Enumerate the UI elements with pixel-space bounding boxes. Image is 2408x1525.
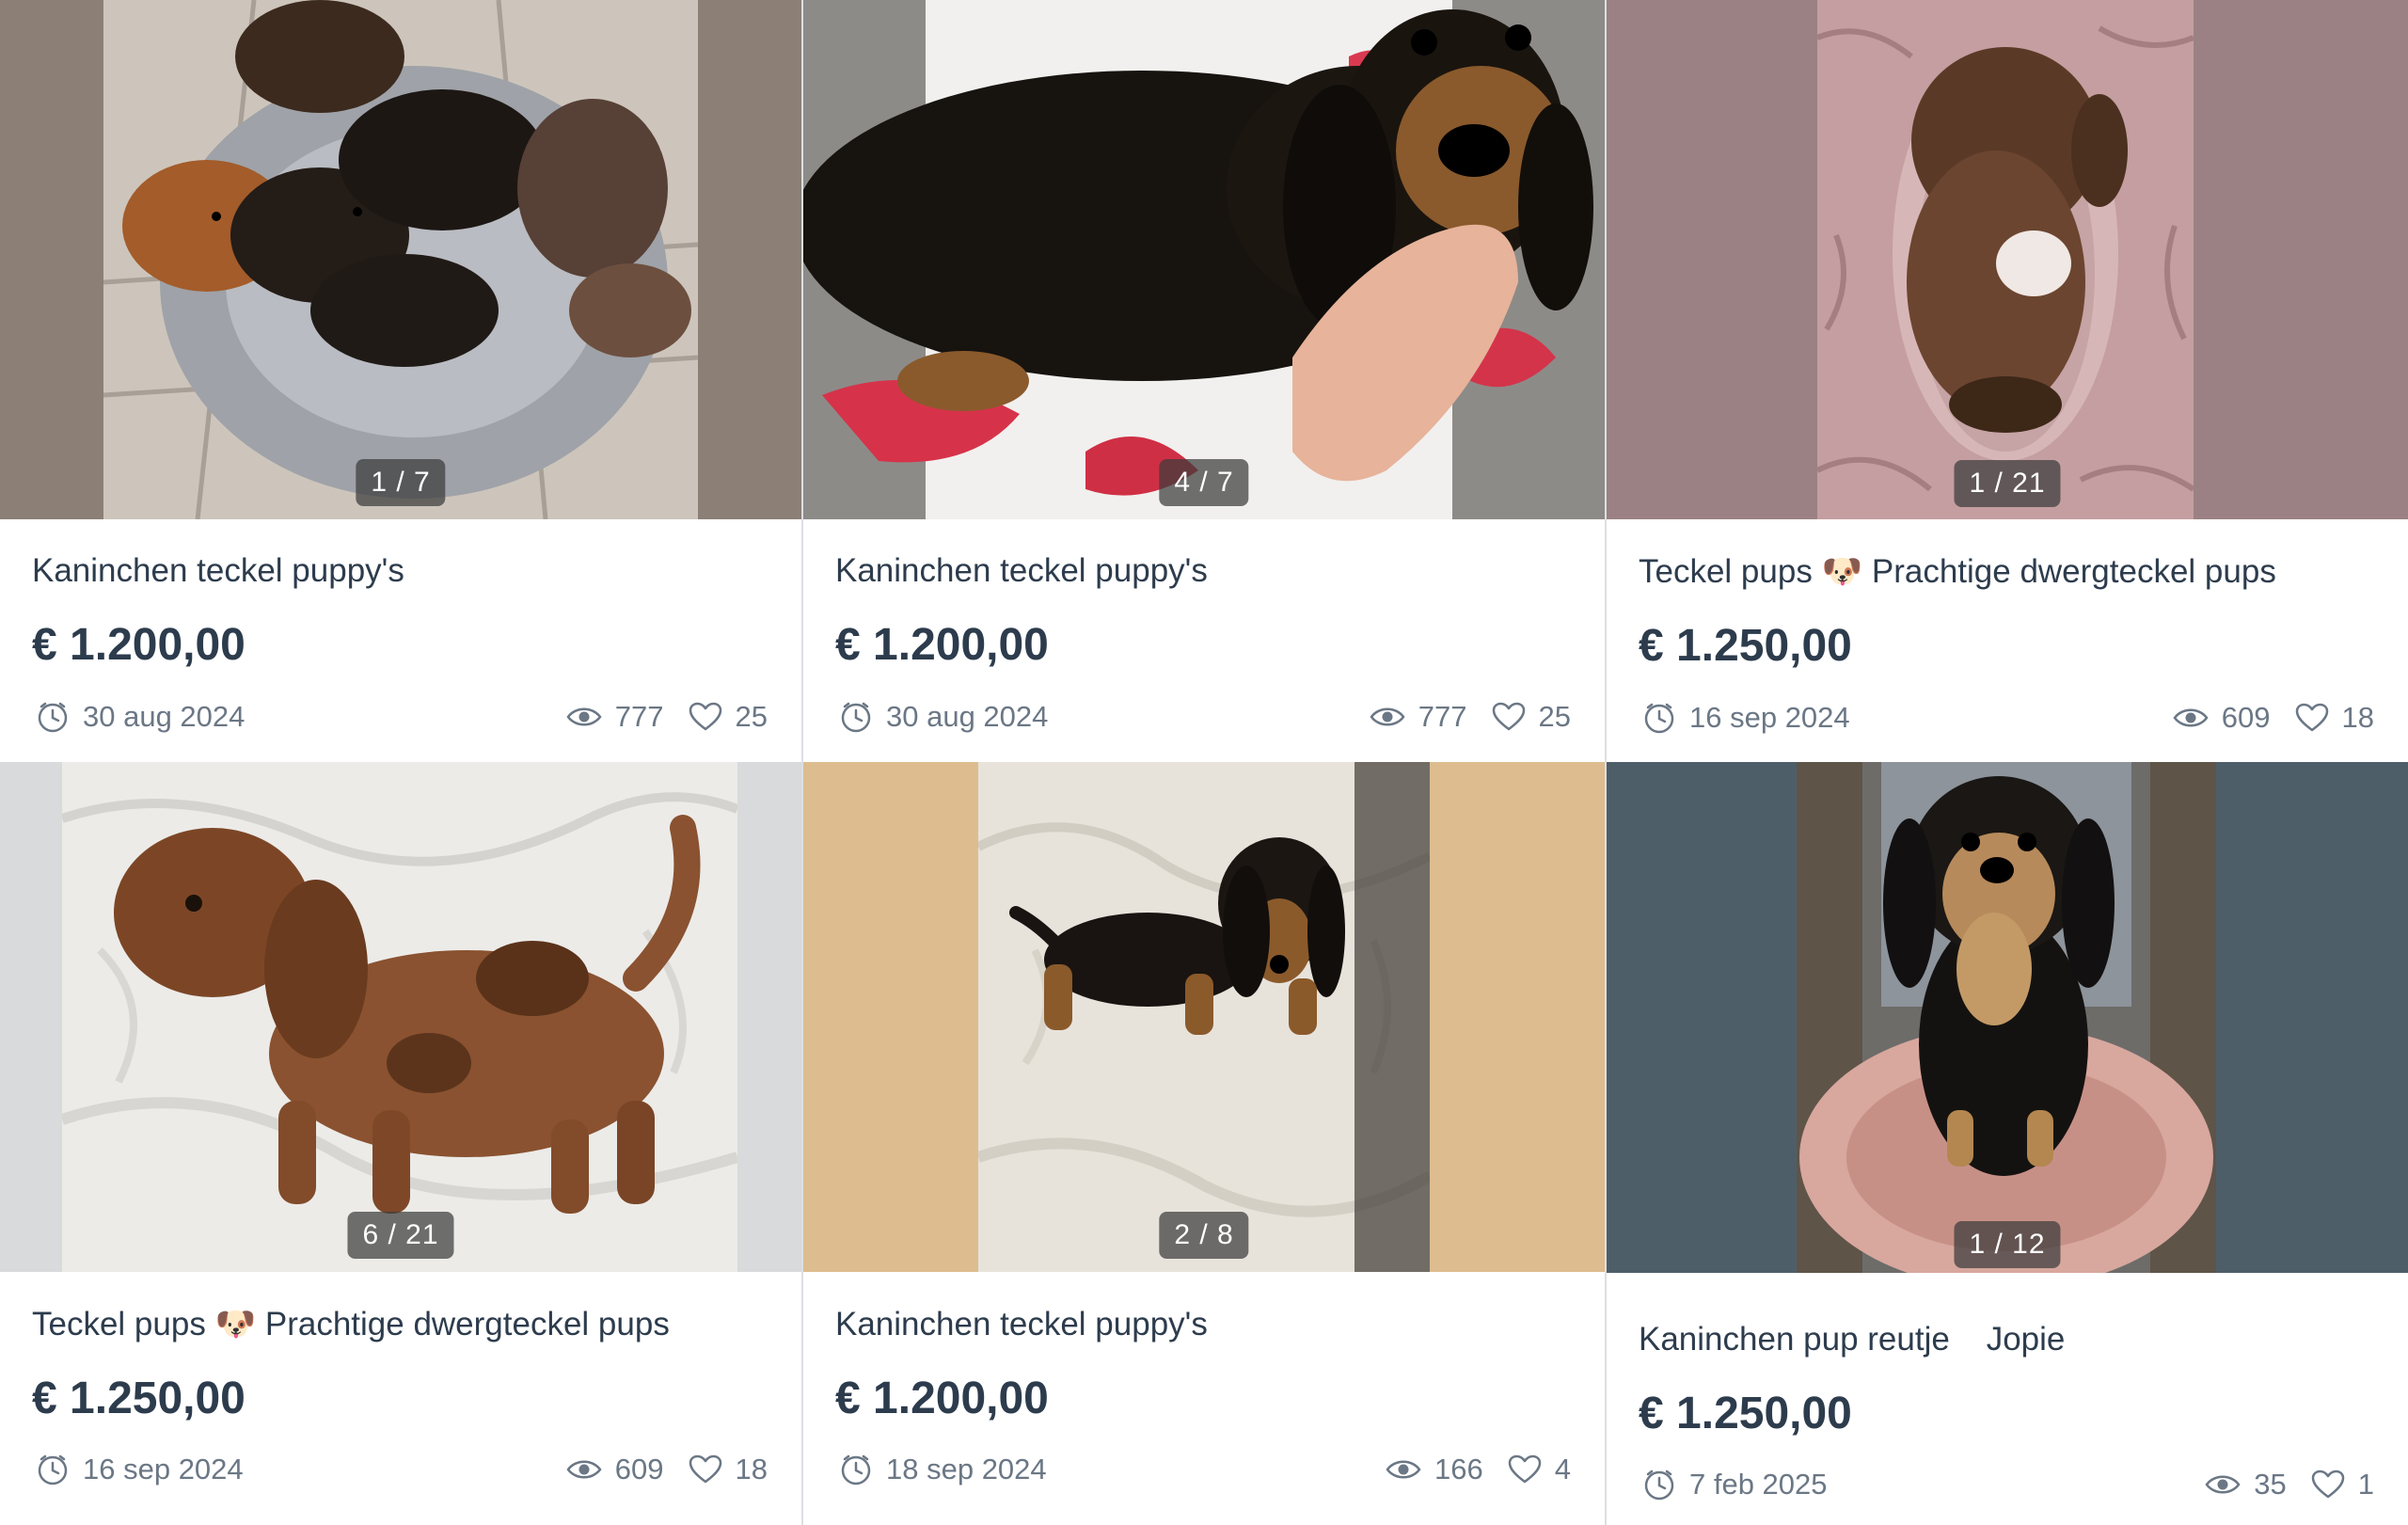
column-divider bbox=[801, 0, 803, 1525]
heart-icon[interactable] bbox=[1492, 702, 1526, 732]
like-count: 25 bbox=[735, 700, 768, 733]
view-count: 609 bbox=[614, 1453, 664, 1485]
view-count: 777 bbox=[1418, 700, 1467, 733]
puppy-sleeping-image bbox=[1817, 0, 2194, 519]
listing-title[interactable]: Kaninchen pup reutje Jopie bbox=[1639, 1319, 2065, 1360]
photo-counter: 1 / 7 bbox=[356, 459, 446, 506]
listing-price: € 1.200,00 bbox=[835, 620, 1049, 670]
like-count: 18 bbox=[2341, 701, 2374, 734]
heart-icon[interactable] bbox=[2311, 1469, 2345, 1500]
listing-card[interactable]: 6 / 21 Teckel pups 🐶 Prachtige dwergteck… bbox=[0, 762, 801, 1525]
eye-icon bbox=[566, 1456, 602, 1483]
listing-card[interactable]: 1 / 12 Kaninchen pup reutje Jopie € 1.25… bbox=[1607, 762, 2408, 1525]
listing-title[interactable]: Teckel pups 🐶 Prachtige dwergteckel pups bbox=[32, 1304, 670, 1345]
listing-card[interactable]: 2 / 8 Kaninchen teckel puppy's € 1.200,0… bbox=[803, 762, 1605, 1525]
clock-icon bbox=[1642, 701, 1676, 735]
photo-counter: 1 / 21 bbox=[1954, 460, 2061, 507]
listing-price: € 1.200,00 bbox=[835, 1374, 1049, 1423]
listing-photo[interactable] bbox=[803, 762, 1605, 1272]
view-count: 609 bbox=[2221, 701, 2271, 734]
listing-price: € 1.250,00 bbox=[32, 1374, 246, 1423]
listing-photo[interactable] bbox=[803, 0, 1605, 519]
heart-icon[interactable] bbox=[689, 702, 722, 732]
clock-icon bbox=[1642, 1468, 1676, 1501]
photo-counter: 4 / 7 bbox=[1159, 459, 1249, 506]
listing-title[interactable]: Teckel pups 🐶 Prachtige dwergteckel pups bbox=[1639, 551, 2276, 593]
clock-icon bbox=[36, 700, 70, 734]
listing-photo[interactable] bbox=[0, 762, 801, 1272]
listing-photo[interactable] bbox=[1607, 0, 2408, 519]
listing-price: € 1.200,00 bbox=[32, 620, 246, 670]
listing-price: € 1.250,00 bbox=[1639, 621, 1852, 671]
dachshund-on-lap-image bbox=[803, 0, 1605, 519]
eye-icon bbox=[1370, 704, 1405, 730]
listing-photo[interactable] bbox=[1607, 762, 2408, 1273]
listing-price: € 1.250,00 bbox=[1639, 1389, 1852, 1438]
listing-card[interactable]: 4 / 7 Kaninchen teckel puppy's € 1.200,0… bbox=[803, 0, 1605, 762]
listing-date: 30 aug 2024 bbox=[83, 700, 246, 733]
listing-card[interactable]: 1 / 21 Teckel pups 🐶 Prachtige dwergteck… bbox=[1607, 0, 2408, 762]
heart-icon[interactable] bbox=[689, 1454, 722, 1485]
column-divider bbox=[1605, 0, 1607, 1525]
heart-icon[interactable] bbox=[1508, 1454, 1542, 1485]
view-count: 35 bbox=[2254, 1468, 2287, 1501]
dapple-puppy-image bbox=[62, 762, 737, 1272]
view-count: 777 bbox=[614, 700, 664, 733]
like-count: 1 bbox=[2357, 1468, 2374, 1501]
photo-counter: 1 / 12 bbox=[1954, 1221, 2061, 1268]
eye-icon bbox=[1386, 1456, 1421, 1483]
listing-card[interactable]: 1 / 7 Kaninchen teckel puppy's € 1.200,0… bbox=[0, 0, 801, 762]
listing-date: 30 aug 2024 bbox=[886, 700, 1049, 733]
like-count: 4 bbox=[1554, 1453, 1571, 1485]
view-count: 166 bbox=[1434, 1453, 1483, 1485]
puppy-on-sheet-image bbox=[978, 762, 1430, 1272]
photo-counter: 2 / 8 bbox=[1159, 1212, 1249, 1259]
listing-date: 7 feb 2025 bbox=[1689, 1468, 1828, 1501]
clock-icon bbox=[36, 1453, 70, 1486]
wirehaired-puppy-image bbox=[1797, 762, 2216, 1273]
eye-icon bbox=[2205, 1471, 2241, 1498]
listing-date: 16 sep 2024 bbox=[83, 1453, 244, 1485]
listing-photo[interactable] bbox=[0, 0, 801, 519]
clock-icon bbox=[839, 700, 873, 734]
listing-title[interactable]: Kaninchen teckel puppy's bbox=[835, 1304, 1208, 1345]
photo-counter: 6 / 21 bbox=[347, 1212, 454, 1259]
like-count: 25 bbox=[1538, 700, 1571, 733]
clock-icon bbox=[839, 1453, 873, 1486]
listing-title[interactable]: Kaninchen teckel puppy's bbox=[835, 550, 1208, 592]
heart-icon[interactable] bbox=[2295, 703, 2329, 733]
eye-icon bbox=[2173, 705, 2209, 731]
listing-date: 16 sep 2024 bbox=[1689, 701, 1850, 734]
listing-title[interactable]: Kaninchen teckel puppy's bbox=[32, 550, 404, 592]
like-count: 18 bbox=[735, 1453, 768, 1485]
listing-date: 18 sep 2024 bbox=[886, 1453, 1047, 1485]
listing-grid: 1 / 7 Kaninchen teckel puppy's € 1.200,0… bbox=[0, 0, 2408, 1525]
puppies-in-bed-image bbox=[103, 0, 698, 519]
eye-icon bbox=[566, 704, 602, 730]
